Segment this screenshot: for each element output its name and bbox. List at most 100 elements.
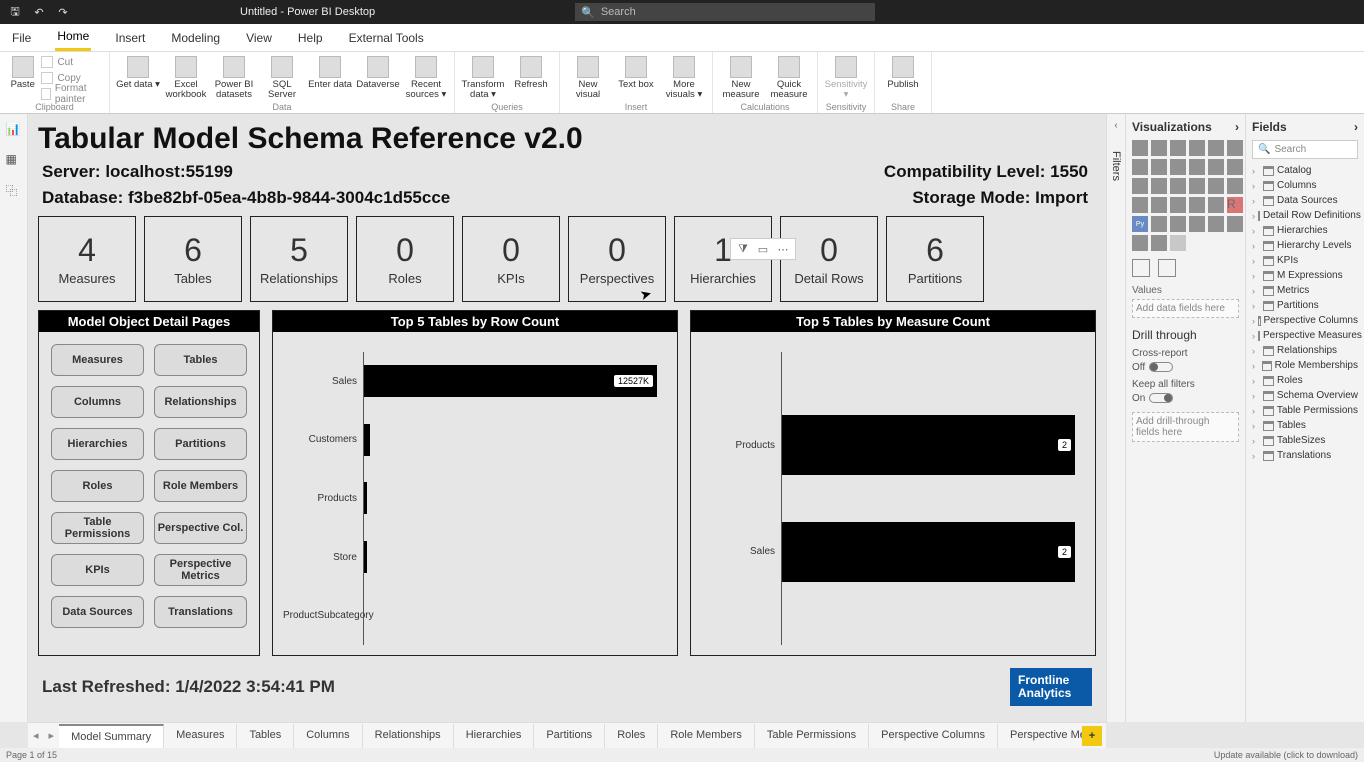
sql-server-button[interactable]: SQL Server bbox=[260, 54, 304, 102]
values-dropzone[interactable]: Add data fields here bbox=[1132, 299, 1239, 318]
nav-button[interactable]: Measures bbox=[51, 344, 144, 376]
sensitivity-button[interactable]: Sensitivity ▾ bbox=[824, 54, 868, 102]
filter-icon[interactable]: ⧩ bbox=[735, 241, 751, 257]
tab-modeling[interactable]: Modeling bbox=[169, 26, 222, 50]
nav-button[interactable]: Hierarchies bbox=[51, 428, 144, 460]
quick-measure-button[interactable]: Quick measure bbox=[767, 54, 811, 102]
format-tab-icon[interactable] bbox=[1158, 259, 1176, 277]
field-table[interactable]: ›Role Memberships bbox=[1252, 358, 1358, 373]
more-icon[interactable]: ⋯ bbox=[775, 241, 791, 257]
field-table[interactable]: ›Schema Overview bbox=[1252, 388, 1358, 403]
tab-external[interactable]: External Tools bbox=[347, 26, 426, 50]
transform-data-button[interactable]: Transform data ▾ bbox=[461, 54, 505, 102]
field-table[interactable]: ›Detail Row Definitions bbox=[1252, 208, 1358, 223]
summary-card[interactable]: 6Tables bbox=[144, 216, 242, 302]
cross-report-toggle[interactable] bbox=[1149, 362, 1173, 372]
page-tab[interactable]: Measures bbox=[164, 724, 237, 748]
page-tab[interactable]: Relationships bbox=[363, 724, 454, 748]
page-tab[interactable]: Hierarchies bbox=[454, 724, 535, 748]
page-tab[interactable]: Columns bbox=[294, 724, 362, 748]
field-table[interactable]: ›Relationships bbox=[1252, 343, 1358, 358]
nav-button[interactable]: Role Members bbox=[154, 470, 247, 502]
field-table[interactable]: ›Columns bbox=[1252, 178, 1358, 193]
nav-button[interactable]: Relationships bbox=[154, 386, 247, 418]
nav-button[interactable]: Data Sources bbox=[51, 596, 144, 628]
save-icon[interactable]: 🖫 bbox=[8, 5, 22, 19]
page-tab[interactable]: Tables bbox=[237, 724, 294, 748]
field-table[interactable]: ›M Expressions bbox=[1252, 268, 1358, 283]
field-table[interactable]: ›Roles bbox=[1252, 373, 1358, 388]
update-available[interactable]: Update available (click to download) bbox=[1214, 750, 1358, 760]
summary-card[interactable]: 5Relationships bbox=[250, 216, 348, 302]
page-prev[interactable]: ◂ bbox=[28, 729, 44, 742]
new-visual-button[interactable]: New visual bbox=[566, 54, 610, 102]
field-table[interactable]: ›TableSizes bbox=[1252, 433, 1358, 448]
field-table[interactable]: ›Tables bbox=[1252, 418, 1358, 433]
fields-tab-icon[interactable] bbox=[1132, 259, 1150, 277]
field-table[interactable]: ›Table Permissions bbox=[1252, 403, 1358, 418]
nav-button[interactable]: Translations bbox=[154, 596, 247, 628]
dataverse-button[interactable]: Dataverse bbox=[356, 54, 400, 102]
drill-dropzone[interactable]: Add drill-through fields here bbox=[1132, 412, 1239, 442]
keep-filters-toggle[interactable] bbox=[1149, 393, 1173, 403]
page-tab[interactable]: Role Members bbox=[658, 724, 755, 748]
redo-icon[interactable]: ↷ bbox=[56, 5, 70, 19]
chart-measure-count[interactable]: Top 5 Tables by Measure Count ProductsSa… bbox=[690, 310, 1096, 656]
page-tab[interactable]: Model Summary bbox=[59, 724, 164, 748]
field-table[interactable]: ›Catalog bbox=[1252, 163, 1358, 178]
report-canvas[interactable]: ⧩ ▭ ⋯ Tabular Model Schema Reference v2.… bbox=[28, 114, 1106, 722]
model-view-icon[interactable]: ⿻ bbox=[6, 182, 22, 198]
field-table[interactable]: ›Metrics bbox=[1252, 283, 1358, 298]
field-table[interactable]: ›Data Sources bbox=[1252, 193, 1358, 208]
page-next[interactable]: ▸ bbox=[44, 729, 60, 742]
summary-card[interactable]: 0Perspectives bbox=[568, 216, 666, 302]
enter-data-button[interactable]: Enter data bbox=[308, 54, 352, 102]
viz-gallery[interactable]: R Py bbox=[1132, 140, 1239, 251]
page-tab[interactable]: Roles bbox=[605, 724, 658, 748]
chevron-right-icon[interactable]: › bbox=[1235, 120, 1239, 134]
field-table[interactable]: ›Partitions bbox=[1252, 298, 1358, 313]
field-table[interactable]: ›Perspective Columns bbox=[1252, 313, 1358, 328]
tab-help[interactable]: Help bbox=[296, 26, 325, 50]
nav-button[interactable]: Perspective Metrics bbox=[154, 554, 247, 586]
summary-card[interactable]: 0Roles bbox=[356, 216, 454, 302]
nav-button[interactable]: Perspective Col. bbox=[154, 512, 247, 544]
page-tab[interactable]: Perspective Measures bbox=[998, 724, 1082, 748]
text-box-button[interactable]: Text box bbox=[614, 54, 658, 102]
field-table[interactable]: ›Hierarchy Levels bbox=[1252, 238, 1358, 253]
filters-collapsed[interactable]: ‹ Filters bbox=[1106, 114, 1126, 722]
tab-file[interactable]: File bbox=[10, 26, 33, 50]
nav-button[interactable]: Partitions bbox=[154, 428, 247, 460]
field-table[interactable]: ›KPIs bbox=[1252, 253, 1358, 268]
tab-home[interactable]: Home bbox=[55, 24, 91, 51]
get-data-button[interactable]: Get data ▾ bbox=[116, 54, 160, 102]
tab-view[interactable]: View bbox=[244, 26, 274, 50]
publish-button[interactable]: Publish bbox=[881, 54, 925, 102]
page-tab[interactable]: Perspective Columns bbox=[869, 724, 998, 748]
new-measure-button[interactable]: New measure bbox=[719, 54, 763, 102]
nav-button[interactable]: Roles bbox=[51, 470, 144, 502]
undo-icon[interactable]: ↶ bbox=[32, 5, 46, 19]
data-view-icon[interactable]: ▦ bbox=[6, 152, 22, 168]
chart-row-count[interactable]: Top 5 Tables by Row Count SalesCustomers… bbox=[272, 310, 678, 656]
summary-card[interactable]: 6Partitions bbox=[886, 216, 984, 302]
paste-button[interactable]: Paste bbox=[6, 54, 39, 102]
pbi-datasets-button[interactable]: Power BI datasets bbox=[212, 54, 256, 102]
cut-button[interactable]: Cut bbox=[41, 54, 103, 70]
chevron-right-icon[interactable]: › bbox=[1354, 120, 1358, 134]
refresh-button[interactable]: Refresh bbox=[509, 54, 553, 102]
summary-card[interactable]: 0KPIs bbox=[462, 216, 560, 302]
nav-button[interactable]: Columns bbox=[51, 386, 144, 418]
nav-button[interactable]: Tables bbox=[154, 344, 247, 376]
recent-sources-button[interactable]: Recent sources ▾ bbox=[404, 54, 448, 102]
report-view-icon[interactable]: 📊 bbox=[6, 122, 22, 138]
fields-search[interactable]: 🔍Search bbox=[1252, 140, 1358, 159]
field-table[interactable]: ›Perspective Measures bbox=[1252, 328, 1358, 343]
tab-insert[interactable]: Insert bbox=[113, 26, 147, 50]
add-page-button[interactable]: + bbox=[1082, 726, 1102, 746]
page-tab[interactable]: Partitions bbox=[534, 724, 605, 748]
focus-icon[interactable]: ▭ bbox=[755, 241, 771, 257]
nav-button[interactable]: Table Permissions bbox=[51, 512, 144, 544]
summary-card[interactable]: 4Measures bbox=[38, 216, 136, 302]
global-search[interactable]: 🔍 Search bbox=[575, 3, 875, 21]
